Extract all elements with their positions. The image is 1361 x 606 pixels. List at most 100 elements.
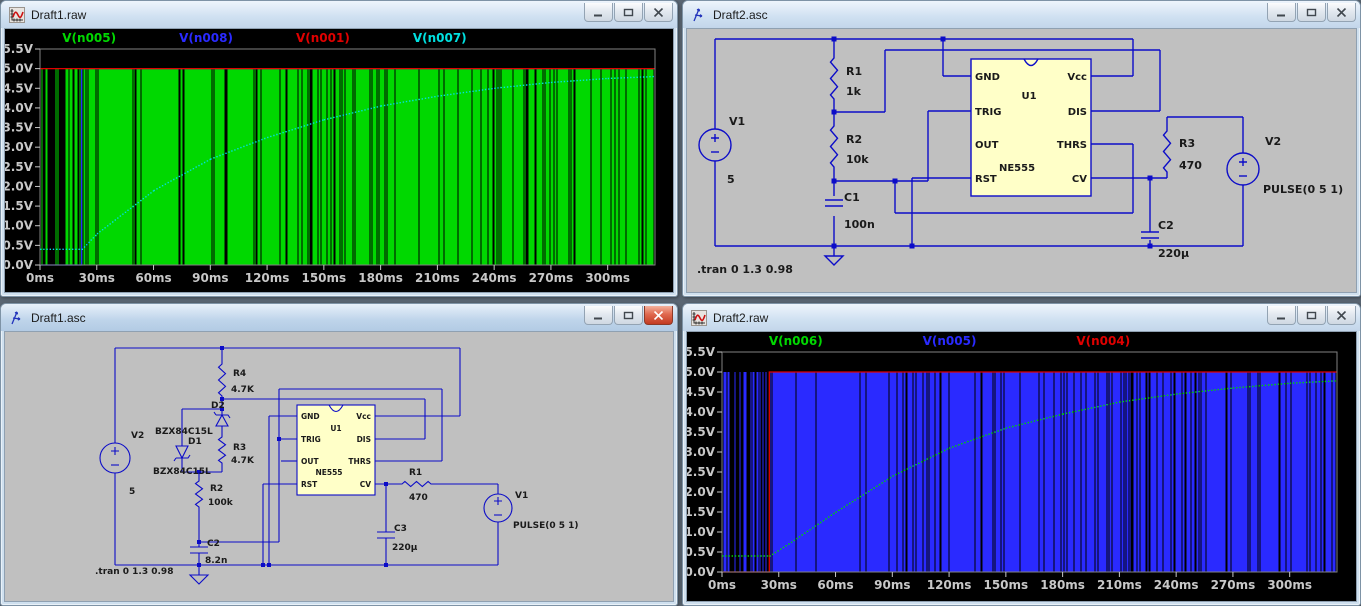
schematic-canvas-draft1[interactable]: V2 5 R4 4.7K D2 BZX84C15L D1 BZX84C15L R3 4.7K R2 1…: [4, 331, 674, 602]
value-label-D1: BZX84C15L: [153, 467, 211, 477]
close-button[interactable]: [1327, 306, 1356, 325]
schematic-svg[interactable]: V25R44.7KD2BZX84C15LD1BZX84C15LR34.7KR21…: [5, 332, 674, 602]
value-label-D2: BZX84C15L: [155, 427, 213, 437]
x-tick-label: 150ms: [983, 578, 1028, 592]
ref-label-V1: V1: [515, 491, 528, 501]
legend-V(n008)[interactable]: V(n008): [179, 31, 233, 45]
y-tick-label: 4.5V: [687, 385, 716, 399]
ground-symbol: [823, 255, 845, 266]
waveform-plot-area-draft2[interactable]: 5.5V 5.0V 4.5V 4.0V 3.5V 3.0V 2.5V 2.0V 1.5V 1.0V…: [686, 331, 1357, 602]
y-tick-label: 0.5V: [5, 238, 34, 252]
y-tick-label: 4.0V: [687, 405, 716, 419]
titlebar[interactable]: Draft2.asc: [683, 1, 1360, 28]
waveform-svg[interactable]: 5.5V 5.0V 4.5V 4.0V 3.5V 3.0V 2.5V 2.0V 1.5V 1.0V…: [5, 29, 674, 293]
junction-dot: [384, 563, 388, 567]
maximize-button[interactable]: [614, 306, 643, 325]
y-tick-label: 5.0V: [5, 62, 34, 76]
waveform-plot-area-draft1[interactable]: 5.5V 5.0V 4.5V 4.0V 3.5V 3.0V 2.5V 2.0V 1.5V 1.0V…: [4, 28, 674, 293]
junction-dot: [831, 243, 837, 249]
value-label-R3: 470: [1179, 159, 1202, 172]
close-button[interactable]: [1327, 3, 1356, 22]
legend-V(n007)[interactable]: V(n007): [413, 31, 467, 45]
maximize-button[interactable]: [1297, 3, 1326, 22]
schematic-canvas-draft2[interactable]: V1 5 R1 1k R2 10k C1 100n GND TRIG OUT RST Vcc DIS THR…: [686, 28, 1357, 293]
voltage-source-V2[interactable]: V2 5: [99, 431, 144, 497]
value-label-C2: 220µ: [1158, 247, 1189, 260]
capacitor-C1[interactable]: C1 100n: [825, 191, 875, 231]
titlebar[interactable]: Draft1.raw: [1, 1, 677, 28]
ic-part-number: NE555: [315, 468, 342, 477]
x-tick-label: 0ms: [708, 578, 736, 592]
x-tick-label: 210ms: [1097, 578, 1142, 592]
schematic-svg[interactable]: V1 5 R1 1k R2 10k C1 100n GND TRIG OUT RST Vcc DIS THR…: [687, 29, 1357, 292]
resistor-R3[interactable]: R3 4.7K: [217, 435, 255, 466]
capacitor-C2[interactable]: C2 220µ: [1141, 219, 1189, 260]
junction-dot: [892, 178, 898, 184]
legend-V(n005)[interactable]: V(n005): [62, 31, 116, 45]
capacitor-C3[interactable]: C3 220µ: [377, 524, 418, 553]
resistor-R3[interactable]: R3 470: [1162, 129, 1203, 174]
y-tick-label: 2.5V: [687, 465, 716, 479]
close-button[interactable]: [644, 306, 673, 325]
pin-label-OUT: OUT: [301, 457, 319, 466]
ref-label-R2: R2: [846, 133, 862, 146]
waveform-svg[interactable]: 5.5V 5.0V 4.5V 4.0V 3.5V 3.0V 2.5V 2.0V 1.5V 1.0V…: [687, 332, 1357, 602]
ref-label-D1: D1: [188, 437, 202, 447]
x-tick-label: 300ms: [1267, 578, 1312, 592]
schematic-app-icon: [9, 310, 25, 326]
minimize-button[interactable]: [584, 306, 613, 325]
capacitor-C2[interactable]: C2 8.2n: [190, 539, 227, 566]
y-tick-label: 4.0V: [5, 101, 34, 115]
resistor-R1[interactable]: R1 1k: [829, 56, 863, 101]
titlebar[interactable]: Draft1.asc: [1, 304, 677, 331]
voltage-source-V1[interactable]: V1 5: [698, 115, 745, 186]
window-title: Draft1.asc: [31, 310, 86, 325]
zener-diode-D2[interactable]: D2 BZX84C15L: [155, 401, 231, 437]
close-button[interactable]: [644, 3, 673, 22]
y-tick-label: 3.0V: [687, 445, 716, 459]
legend-V(n001)[interactable]: V(n001): [296, 31, 350, 45]
value-label-R1: 470: [409, 493, 428, 503]
x-tick-label: 240ms: [1154, 578, 1199, 592]
resistor-R1[interactable]: R1 470: [400, 468, 433, 503]
y-tick-label: 0.0V: [687, 565, 716, 579]
value-label-R2: 10k: [846, 153, 869, 166]
minimize-button[interactable]: [584, 3, 613, 22]
maximize-button[interactable]: [614, 3, 643, 22]
ic-U1[interactable]: GND TRIG OUT RST Vcc DIS THRS CV U1 NE555: [296, 404, 376, 496]
resistor-R2[interactable]: R2 100k: [194, 479, 234, 509]
junction-dot: [831, 36, 837, 42]
junction-dot: [831, 109, 837, 115]
resistor-R2[interactable]: R2 10k: [829, 124, 870, 169]
maximize-button[interactable]: [1297, 306, 1326, 325]
minimize-button[interactable]: [1267, 306, 1296, 325]
y-tick-label: 1.0V: [5, 219, 34, 233]
resistor-R4[interactable]: R4 4.7K: [217, 362, 255, 398]
y-tick-label: 4.5V: [5, 81, 34, 95]
legend-V(n006)[interactable]: V(n006): [769, 334, 823, 348]
x-tick-label: 240ms: [472, 271, 517, 285]
junction-dot: [197, 563, 201, 567]
pin-label-GND: GND: [975, 72, 1000, 83]
pin-label-DIS: DIS: [1068, 107, 1087, 118]
junction-dot: [909, 243, 915, 249]
ref-label-R1: R1: [409, 468, 422, 478]
ic-U1[interactable]: GND TRIG OUT RST Vcc DIS THRS CV U1 NE555: [970, 58, 1092, 197]
pin-label-CV: CV: [360, 480, 372, 489]
legend-V(n005)[interactable]: V(n005): [923, 334, 977, 348]
trace-V(n005): [41, 68, 654, 265]
pin-label-DIS: DIS: [357, 435, 371, 444]
voltage-source-V2[interactable]: V2 PULSE(0 5 1): [1226, 135, 1343, 196]
y-tick-label: 5.5V: [687, 345, 716, 359]
window-draft1-asc: Draft1.asc V2 5 R4 4.7K D2 BZX84C15L D1 BZX84C1…: [0, 303, 678, 606]
legend-V(n004)[interactable]: V(n004): [1076, 334, 1130, 348]
minimize-button[interactable]: [1267, 3, 1296, 22]
x-tick-label: 90ms: [192, 271, 228, 285]
titlebar[interactable]: Draft2.raw: [683, 304, 1360, 331]
value-label-V1: 5: [727, 173, 735, 186]
junction-dot: [1147, 175, 1153, 181]
x-tick-label: 0ms: [26, 271, 54, 285]
ref-label-C2: C2: [207, 539, 220, 549]
junction-dot: [384, 482, 388, 486]
x-tick-label: 300ms: [585, 271, 630, 285]
